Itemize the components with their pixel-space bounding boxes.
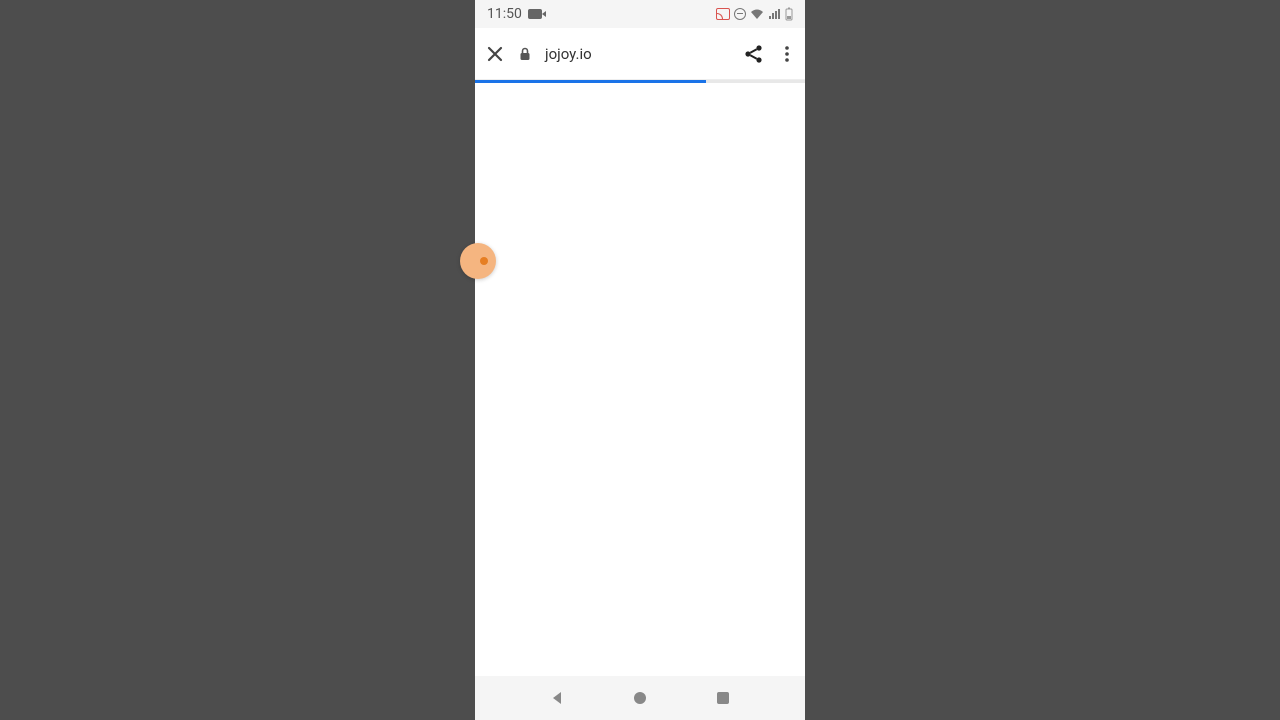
status-right (716, 7, 793, 21)
battery-icon (785, 7, 793, 21)
page-content (475, 83, 805, 676)
navigation-bar (475, 676, 805, 720)
status-left: 11:50 (487, 6, 542, 22)
cast-icon (716, 8, 730, 20)
nav-home-button[interactable] (620, 678, 660, 718)
menu-icon[interactable] (779, 44, 795, 64)
signal-icon (768, 8, 781, 20)
share-icon[interactable] (743, 43, 765, 65)
close-icon[interactable] (485, 44, 505, 64)
screen-recorder-button[interactable] (460, 243, 496, 279)
nav-recent-button[interactable] (703, 678, 743, 718)
status-time: 11:50 (487, 6, 522, 22)
status-bar: 11:50 (475, 0, 805, 28)
nav-back-button[interactable] (537, 678, 577, 718)
wifi-icon (750, 8, 764, 20)
camera-icon (528, 9, 542, 19)
dnd-icon (734, 8, 746, 20)
phone-frame: 11:50 jojoy.io (475, 0, 805, 720)
lock-icon (519, 47, 531, 61)
url-text[interactable]: jojoy.io (545, 45, 592, 63)
browser-toolbar: jojoy.io (475, 28, 805, 80)
